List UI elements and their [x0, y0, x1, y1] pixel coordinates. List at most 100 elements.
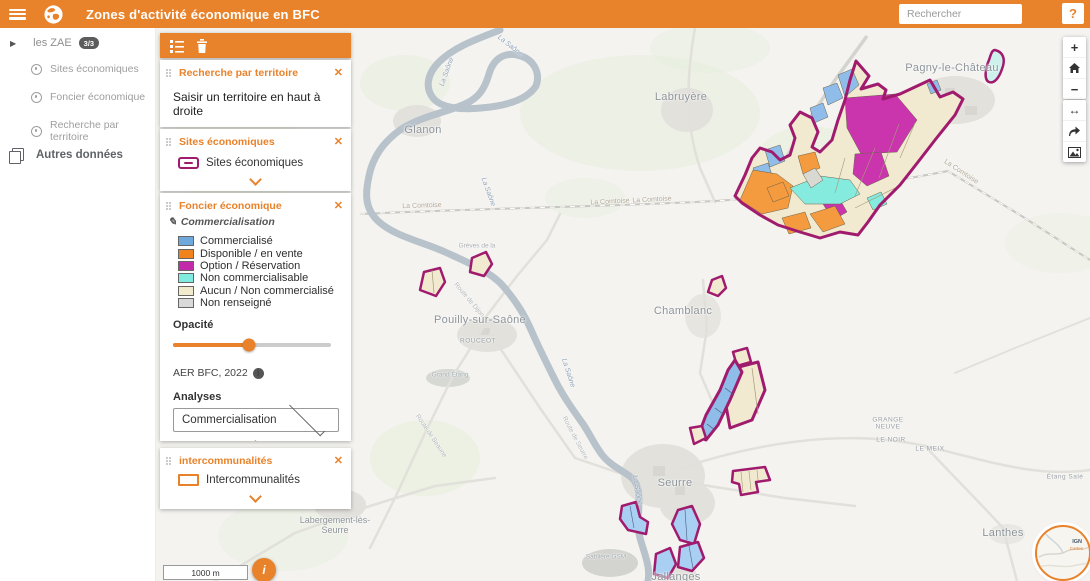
drag-handle-icon[interactable]: [166, 69, 173, 78]
legend-label: Sites économiques: [206, 157, 303, 169]
legend-label: Intercommunalités: [206, 474, 300, 486]
search-input[interactable]: [899, 8, 1042, 20]
sidebar: ▶ les ZAE 3/3 Sites économiques Foncier …: [0, 28, 156, 581]
sidebar-item-foncier-economique[interactable]: Foncier économique: [31, 91, 145, 103]
chevron-up-icon[interactable]: [249, 440, 262, 441]
info-icon[interactable]: i: [253, 368, 264, 379]
globe-icon: [43, 4, 64, 25]
basemap-preview: [1037, 527, 1089, 579]
panel-hint-text: Saisir un territoire en haut à droite: [160, 80, 351, 118]
drag-handle-icon[interactable]: [166, 202, 173, 211]
scale-label: 1000 m: [191, 568, 219, 578]
panel-title: intercommunalités: [179, 455, 272, 467]
sidebar-item-label: Recherche par territoire: [50, 119, 155, 143]
panel-toolbar: [160, 33, 351, 58]
screenshot-button[interactable]: [1063, 141, 1086, 162]
panel-foncier-economique: Foncier économique ✕ ✎ Commercialisation…: [160, 193, 351, 441]
legend-label: Aucun / Non commercialisé: [200, 285, 334, 297]
sidebar-item-recherche-territoire[interactable]: Recherche par territoire: [31, 119, 155, 143]
measure-button[interactable]: ↔: [1063, 100, 1086, 120]
panel-title: Recherche par territoire: [179, 67, 298, 79]
legend-label: Non commercialisable: [200, 272, 308, 284]
interco-swatch-icon: [178, 474, 199, 486]
slider-thumb[interactable]: [242, 339, 255, 352]
legend-row: Non renseigné: [178, 297, 351, 309]
drag-handle-icon[interactable]: [166, 457, 173, 466]
legend-row: Sites économiques: [160, 149, 351, 169]
opacity-slider[interactable]: [173, 337, 331, 351]
sidebar-item-sites-economiques[interactable]: Sites économiques: [31, 63, 139, 75]
legend-swatch: [178, 236, 194, 246]
sidebar-item-les-zae[interactable]: ▶ les ZAE 3/3: [10, 37, 99, 49]
app-window: Zones d'activité économique en BFC ⋮ ? ▶…: [0, 0, 1090, 581]
sidebar-item-label: les ZAE: [33, 37, 72, 49]
menu-icon[interactable]: [9, 9, 26, 20]
close-icon[interactable]: ✕: [334, 456, 343, 467]
analysis-name-row: ✎ Commercialisation: [160, 213, 351, 228]
legend-swatch: [178, 261, 194, 271]
legend-swatch: [178, 273, 194, 283]
source-row: AER BFC, 2022 i: [160, 351, 351, 379]
panel-title: Sites économiques: [179, 136, 275, 148]
tool-controls: ↔: [1063, 100, 1086, 162]
sidebar-item-label: Sites économiques: [50, 63, 139, 75]
legend-row: Intercommunalités: [160, 468, 351, 486]
share-arrow-icon: [1068, 125, 1081, 137]
zoom-out-button[interactable]: −: [1063, 78, 1086, 99]
panel-stack: Recherche par territoire ✕ Saisir un ter…: [160, 33, 351, 511]
scale-bar: 1000 m: [163, 565, 248, 580]
sidebar-item-label: Foncier économique: [50, 91, 145, 103]
legend-row: Option / Réservation: [178, 260, 351, 272]
legend-row: Disponible / en vente: [178, 247, 351, 259]
panel-title: Foncier économique: [179, 200, 282, 212]
close-icon[interactable]: ✕: [334, 137, 343, 148]
analyses-select[interactable]: Commercialisation: [173, 408, 339, 432]
basemap-label: Cartes: [1070, 546, 1083, 551]
chevron-down-icon[interactable]: [249, 122, 262, 127]
info-button[interactable]: i: [252, 558, 276, 581]
help-button[interactable]: ?: [1062, 3, 1084, 24]
legend-row: Non commercialisable: [178, 272, 351, 284]
chevron-down-icon: [289, 401, 325, 437]
legend-label: Option / Réservation: [200, 260, 300, 272]
legend-list-icon[interactable]: [170, 39, 184, 53]
close-icon[interactable]: ✕: [334, 68, 343, 79]
zoom-in-button[interactable]: +: [1063, 37, 1086, 57]
legend-swatch: [178, 298, 194, 308]
close-icon[interactable]: ✕: [334, 201, 343, 212]
legend-row: Commercialisé: [178, 235, 351, 247]
pencil-icon: ✎: [168, 216, 177, 228]
sidebar-item-label: Autres données: [36, 149, 123, 161]
count-badge: 3/3: [79, 37, 99, 49]
basemap-label: IGN: [1072, 539, 1082, 545]
legend-row: Aucun / Non commercialisé: [178, 285, 351, 297]
bullseye-icon: [31, 126, 42, 137]
expander-triangle-icon[interactable]: ▶: [10, 39, 16, 48]
search-box: ⋮: [899, 4, 1022, 24]
analysis-name: Commercialisation: [181, 216, 275, 228]
chevron-down-icon[interactable]: [249, 490, 262, 503]
layers-copy-icon: [12, 148, 24, 161]
analyses-label: Analyses: [160, 379, 351, 403]
drag-handle-icon[interactable]: [166, 138, 173, 147]
sidebar-item-autres-donnees[interactable]: Autres données: [12, 148, 123, 161]
panel-sites-economiques: Sites économiques ✕ Sites économiques: [160, 129, 351, 191]
chevron-down-icon[interactable]: [249, 173, 262, 186]
source-label: AER BFC, 2022: [173, 367, 248, 379]
legend-label: Commercialisé: [200, 235, 273, 247]
panel-intercommunalites: intercommunalités ✕ Intercommunalités: [160, 448, 351, 509]
panel-recherche-territoire: Recherche par territoire ✕ Saisir un ter…: [160, 60, 351, 127]
map-area[interactable]: GlanonLabruyèrePagny-le-ChâteauPouilly-s…: [155, 28, 1090, 581]
trash-icon[interactable]: [196, 39, 208, 53]
page-title: Zones d'activité économique en BFC: [86, 7, 320, 22]
legend-swatch: [178, 249, 194, 259]
app-header: Zones d'activité économique en BFC ⋮ ?: [0, 0, 1090, 28]
bullseye-icon: [31, 92, 42, 103]
image-icon: [1068, 147, 1081, 158]
bullseye-icon: [31, 64, 42, 75]
basemap-switcher[interactable]: IGN Cartes: [1035, 525, 1090, 581]
home-button[interactable]: [1063, 57, 1086, 78]
legend-label: Disponible / en vente: [200, 248, 303, 260]
share-button[interactable]: [1063, 120, 1086, 141]
analyses-select-value: Commercialisation: [182, 414, 277, 426]
